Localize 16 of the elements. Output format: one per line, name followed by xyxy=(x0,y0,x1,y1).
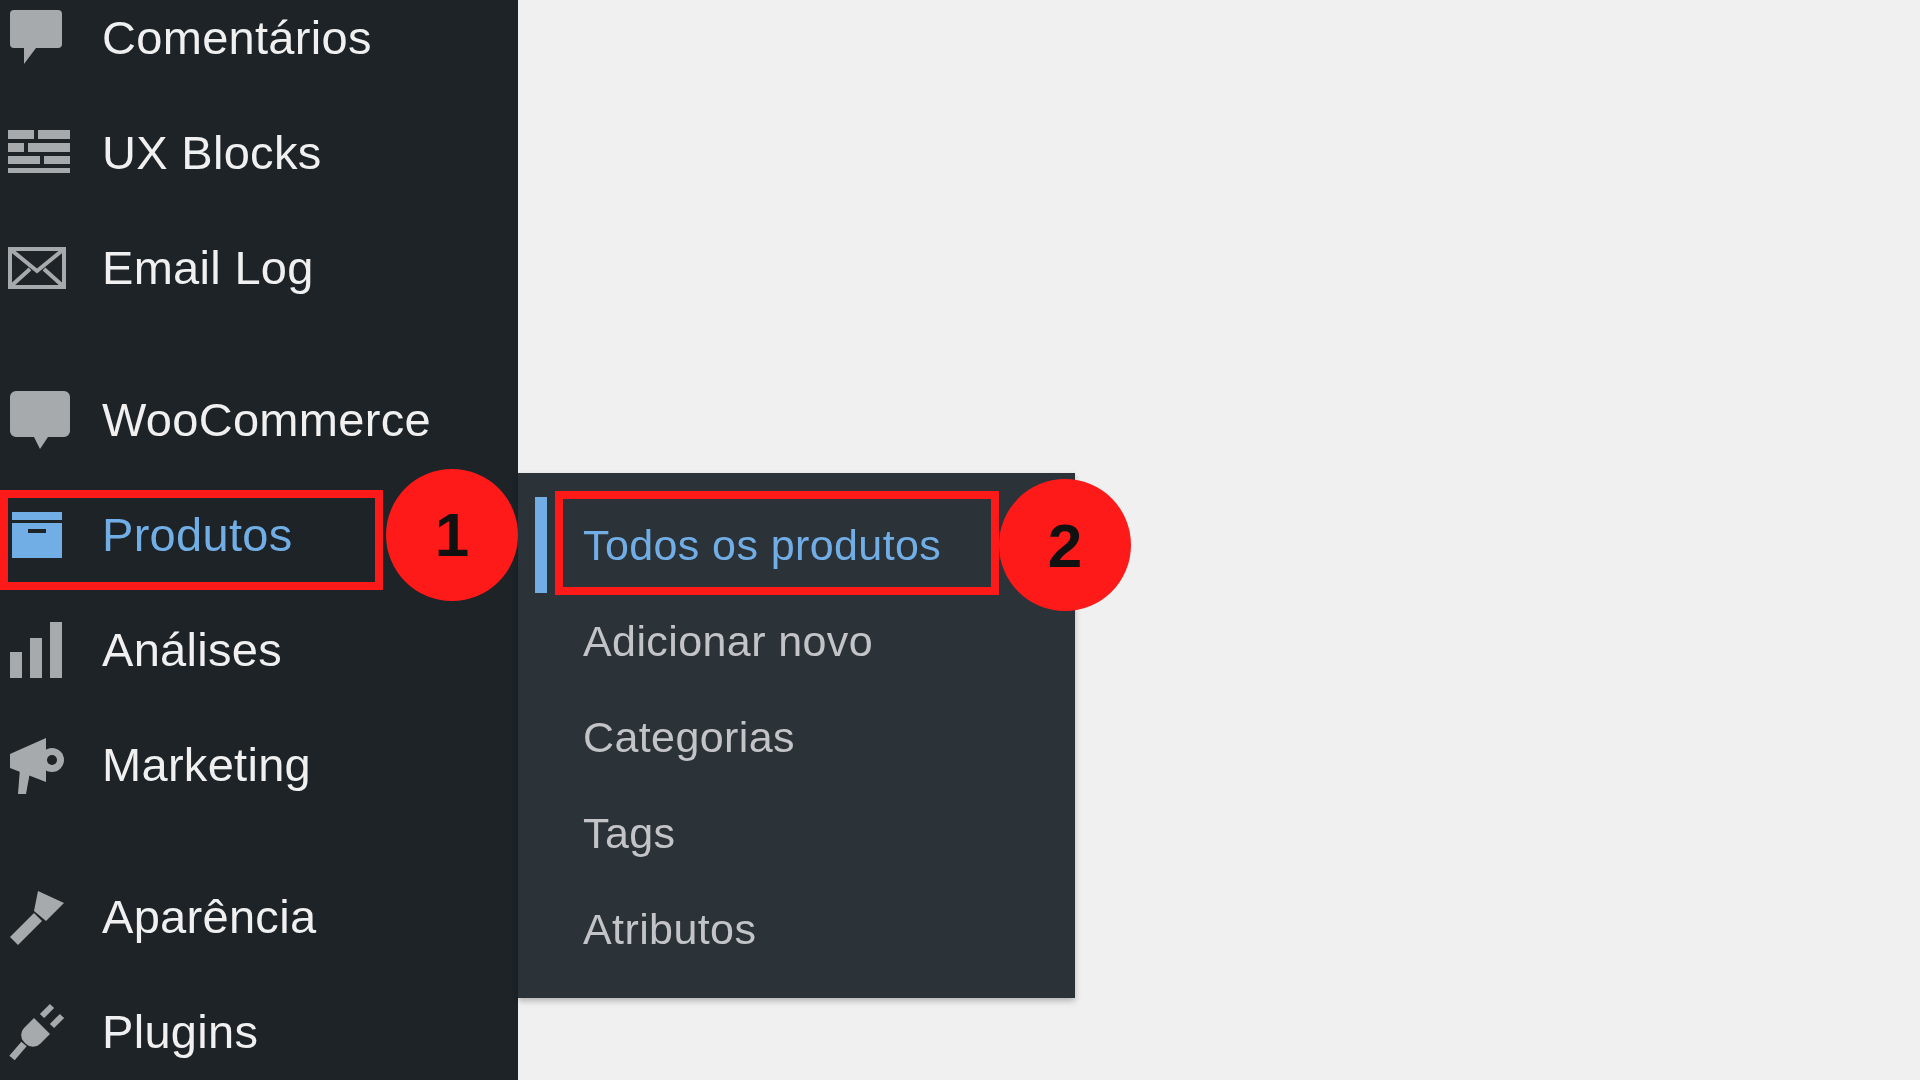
submenu-item[interactable]: Categorias xyxy=(583,712,795,762)
submenu-item[interactable]: Todos os produtos xyxy=(583,520,942,570)
sidebar-menu-item[interactable]: Análises xyxy=(102,622,283,677)
sidebar-menu-item[interactable]: Aparência xyxy=(102,889,317,944)
submenu-item[interactable]: Tags xyxy=(583,808,676,858)
submenu-item[interactable]: Adicionar novo xyxy=(583,616,874,666)
submenu-item[interactable]: Atributos xyxy=(583,904,757,954)
sidebar-menu-item[interactable]: UX Blocks xyxy=(102,125,322,180)
sidebar-menu-item[interactable]: Email Log xyxy=(102,240,314,295)
step-number-badge: 1 xyxy=(386,468,518,601)
sidebar-menu-item[interactable]: Plugins xyxy=(102,1004,259,1059)
sidebar-menu-item[interactable]: Comentários xyxy=(102,10,372,65)
sidebar-menu-item[interactable]: Produtos xyxy=(102,507,293,562)
sidebar-menu-item[interactable]: Marketing xyxy=(102,737,312,792)
sidebar-menu-item[interactable]: WooCommerce xyxy=(102,392,431,447)
step-number-badge: 2 xyxy=(999,479,1131,611)
